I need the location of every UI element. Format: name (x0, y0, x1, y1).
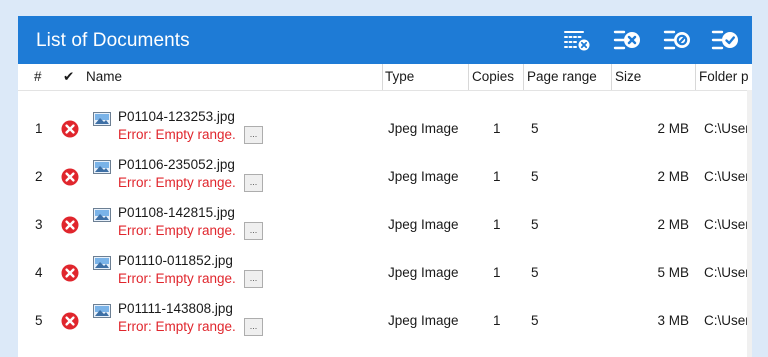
table-row[interactable]: 3 P01108-142815.jpg Error: Empty range. … (18, 201, 752, 249)
remove-completed-icon (711, 30, 738, 50)
image-file-icon (93, 160, 111, 174)
table-row[interactable]: 5 P01111-143808.jpg Error: Empty range. … (18, 297, 752, 345)
copies-value[interactable]: 1 (493, 121, 501, 136)
image-file-icon (93, 208, 111, 222)
error-message: Error: Empty range. (118, 271, 236, 286)
column-header-name[interactable]: Name (86, 69, 122, 84)
column-header-page-range[interactable]: Page range (527, 69, 597, 84)
file-name: P01106-235052.jpg (118, 157, 235, 172)
file-size: 3 MB (657, 313, 689, 328)
row-number: 5 (35, 313, 43, 328)
file-size: 5 MB (657, 265, 689, 280)
error-message: Error: Empty range. (118, 223, 236, 238)
file-size: 2 MB (657, 121, 689, 136)
copies-value[interactable]: 1 (493, 313, 501, 328)
file-type: Jpeg Image (388, 313, 459, 328)
page-range-more-button[interactable]: ... (244, 270, 263, 288)
file-type: Jpeg Image (388, 169, 459, 184)
page-range-value[interactable]: 5 (531, 265, 539, 280)
remove-errors-icon (663, 30, 690, 50)
documents-panel: List of Documents # ✔ Name Type Copies P… (18, 16, 752, 357)
page-range-value[interactable]: 5 (531, 217, 539, 232)
column-header-type[interactable]: Type (385, 69, 414, 84)
table-header: # ✔ Name Type Copies Page range Size Fol… (18, 64, 752, 91)
page-range-more-button[interactable]: ... (244, 222, 263, 240)
error-icon (61, 264, 79, 282)
column-divider[interactable] (468, 64, 469, 90)
column-header-copies[interactable]: Copies (472, 69, 514, 84)
remove-errors-button[interactable] (662, 27, 692, 53)
page-range-value[interactable]: 5 (531, 313, 539, 328)
error-message: Error: Empty range. (118, 319, 236, 334)
page-range-value[interactable]: 5 (531, 169, 539, 184)
column-divider[interactable] (523, 64, 524, 90)
row-number: 3 (35, 217, 43, 232)
file-name: P01111-143808.jpg (118, 301, 233, 316)
folder-path: C:\User (704, 313, 750, 328)
remove-selected-button[interactable] (562, 27, 592, 53)
copies-value[interactable]: 1 (493, 265, 501, 280)
copies-value[interactable]: 1 (493, 217, 501, 232)
file-type: Jpeg Image (388, 217, 459, 232)
file-name: P01110-011852.jpg (118, 253, 233, 268)
page-range-more-button[interactable]: ... (244, 318, 263, 336)
image-file-icon (93, 256, 111, 270)
row-number: 2 (35, 169, 43, 184)
image-file-icon (93, 112, 111, 126)
error-icon (61, 168, 79, 186)
remove-all-button[interactable] (612, 27, 642, 53)
image-file-icon (93, 304, 111, 318)
remove-selected-icon (564, 31, 590, 51)
page-range-more-button[interactable]: ... (244, 126, 263, 144)
file-type: Jpeg Image (388, 121, 459, 136)
file-size: 2 MB (657, 169, 689, 184)
folder-path: C:\User (704, 265, 750, 280)
table-row[interactable]: 4 P01110-011852.jpg Error: Empty range. … (18, 249, 752, 297)
folder-path: C:\User (704, 121, 750, 136)
panel-title: List of Documents (36, 30, 190, 51)
remove-completed-button[interactable] (710, 27, 740, 53)
error-icon (61, 120, 79, 138)
page-range-more-button[interactable]: ... (244, 174, 263, 192)
row-number: 1 (35, 121, 43, 136)
vertical-scrollbar[interactable] (747, 90, 752, 357)
column-header-size[interactable]: Size (615, 69, 641, 84)
error-message: Error: Empty range. (118, 175, 236, 190)
copies-value[interactable]: 1 (493, 169, 501, 184)
table-row[interactable]: 1 P01104-123253.jpg Error: Empty range. … (18, 105, 752, 153)
file-size: 2 MB (657, 217, 689, 232)
page-range-value[interactable]: 5 (531, 121, 539, 136)
file-name: P01108-142815.jpg (118, 205, 235, 220)
table-row[interactable]: 2 P01106-235052.jpg Error: Empty range. … (18, 153, 752, 201)
folder-path: C:\User (704, 169, 750, 184)
column-header-status[interactable]: ✔ (63, 69, 74, 85)
column-divider[interactable] (695, 64, 696, 90)
error-icon (61, 216, 79, 234)
file-type: Jpeg Image (388, 265, 459, 280)
remove-all-icon (613, 30, 640, 50)
title-bar: List of Documents (18, 16, 752, 64)
error-message: Error: Empty range. (118, 127, 236, 142)
column-header-folder[interactable]: Folder p (699, 69, 749, 84)
column-divider[interactable] (382, 64, 383, 90)
column-divider[interactable] (611, 64, 612, 90)
column-header-number[interactable]: # (34, 69, 42, 84)
row-number: 4 (35, 265, 43, 280)
folder-path: C:\User (704, 217, 750, 232)
file-name: P01104-123253.jpg (118, 109, 235, 124)
error-icon (61, 312, 79, 330)
